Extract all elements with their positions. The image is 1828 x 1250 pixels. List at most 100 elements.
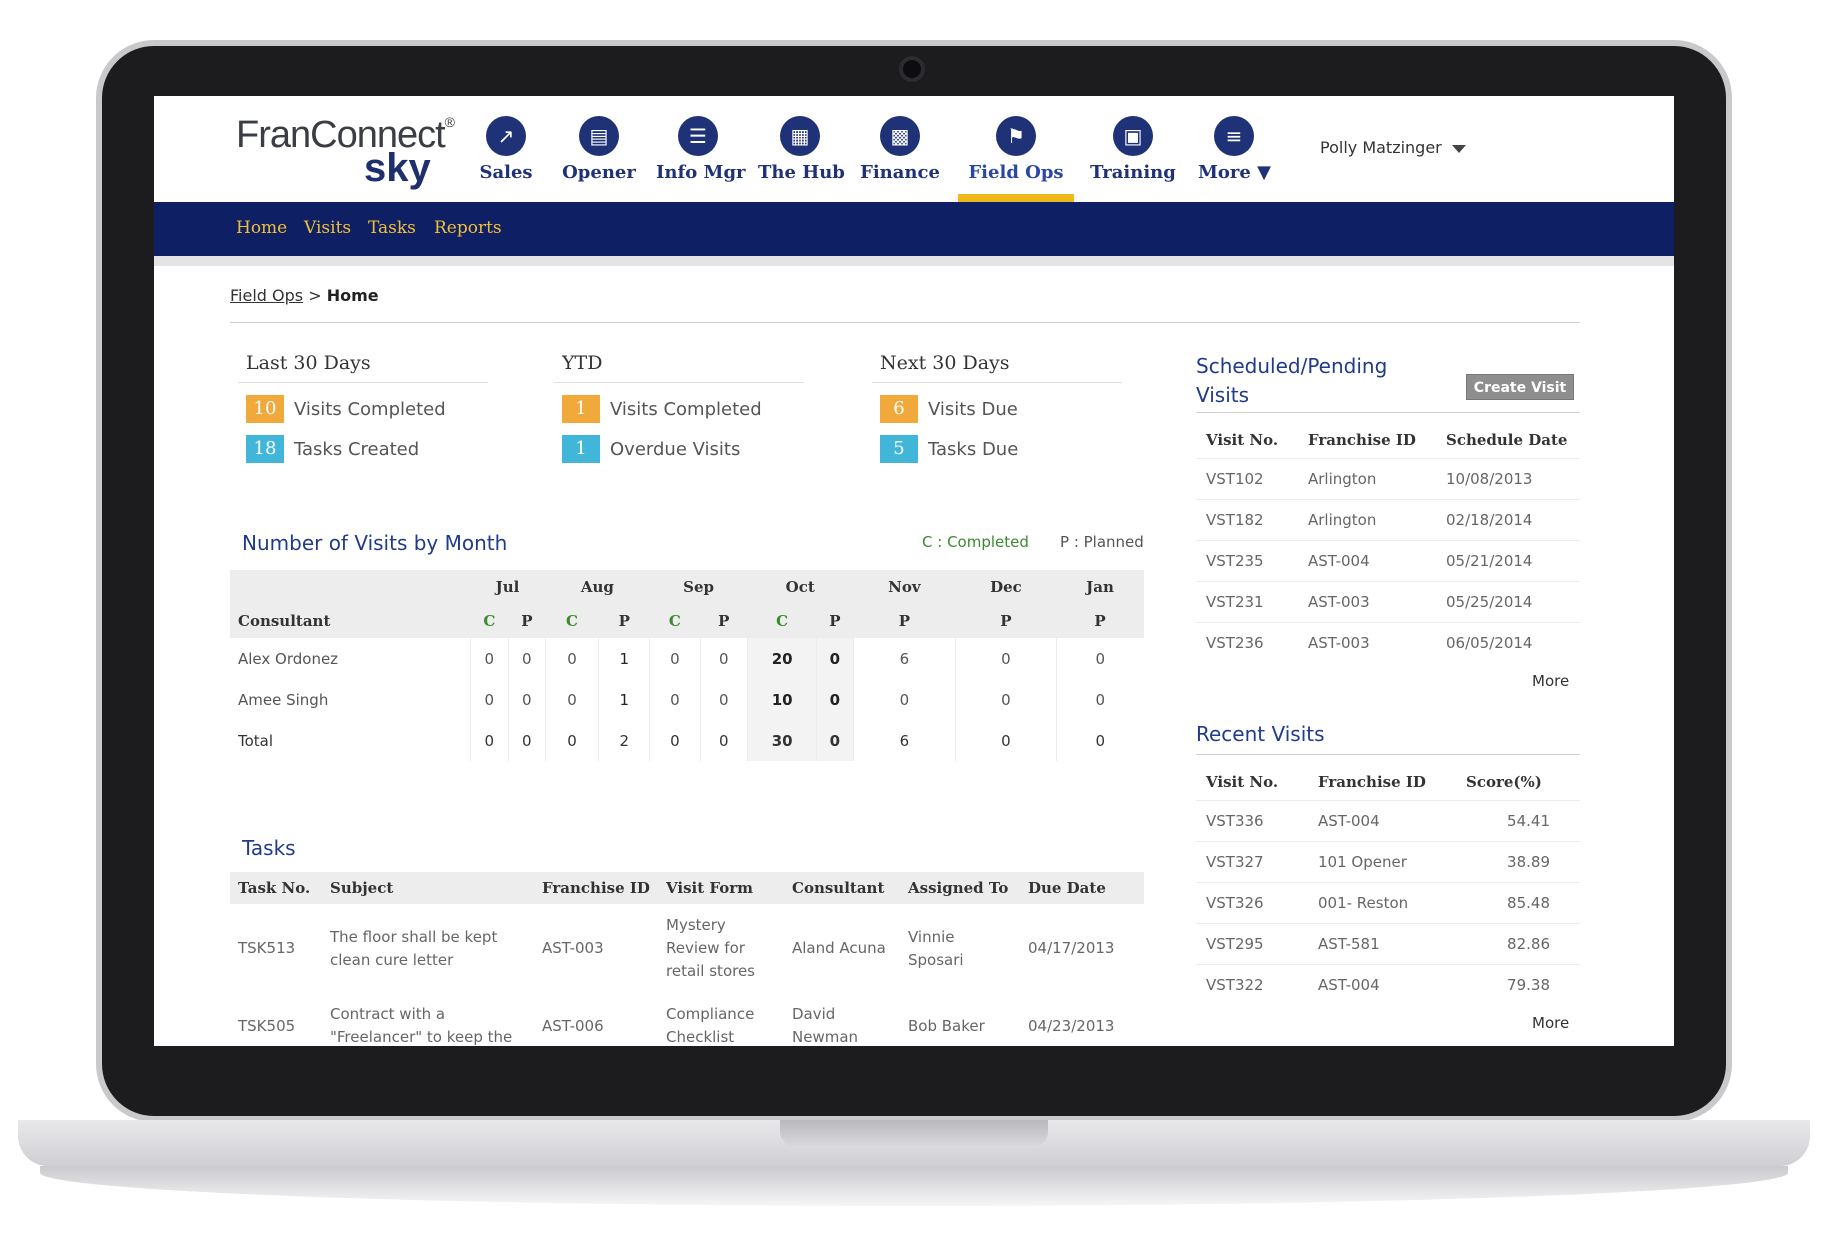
stats-title: Last 30 Days (238, 352, 488, 383)
table-row[interactable]: VST235 AST-004 05/21/2014 (1196, 539, 1580, 581)
table-row[interactable]: Alex Ordonez 0 0 0 1 0 0 20 0 6 0 0 (230, 638, 1144, 679)
table-row[interactable]: VST327 101 Opener 38.89 (1196, 840, 1580, 882)
subnav-visits[interactable]: Visits (304, 218, 351, 238)
consultant-name: Amee Singh (238, 690, 329, 709)
scheduled-divider (1196, 412, 1580, 413)
month-header: Jul (470, 570, 546, 604)
visit-link[interactable]: VST326 (1196, 881, 1308, 923)
recent-visits-table: Visit No. Franchise ID Score(%) VST336 A… (1196, 764, 1580, 1005)
stats-ytd: YTD 1 Visits Completed 1 Overdue Visits (554, 352, 804, 463)
table-row[interactable]: VST295 AST-581 82.86 (1196, 922, 1580, 964)
breadcrumb-field-ops[interactable]: Field Ops (230, 286, 303, 305)
scheduled-visits-title: Scheduled/Pending Visits (1196, 354, 1388, 407)
franchise-link[interactable]: AST-004 (1308, 963, 1456, 1005)
breadcrumb-divider (230, 322, 1580, 323)
breadcrumb-current: Home (326, 286, 379, 305)
visits-by-month-table: Jul Aug Sep Oct Nov Dec Jan Consultant C… (230, 570, 1144, 761)
franchise-link[interactable]: AST-003 (1298, 621, 1436, 663)
user-menu[interactable]: Polly Matzinger (1320, 138, 1466, 157)
franchise-link[interactable]: AST-004 (1298, 539, 1436, 581)
table-row[interactable]: VST326 001- Reston 85.48 (1196, 881, 1580, 923)
month-header-row: Jul Aug Sep Oct Nov Dec Jan (230, 570, 1144, 604)
store-icon: ▤ (579, 116, 619, 156)
laptop-notch (780, 1120, 1048, 1146)
month-header: Jan (1056, 570, 1144, 604)
subnav-reports[interactable]: Reports (434, 218, 502, 238)
finance-chart-icon: ▩ (880, 116, 920, 156)
count-badge: 1 (562, 435, 600, 463)
recent-divider (1196, 754, 1580, 755)
breadcrumb: Field Ops > Home (230, 286, 379, 305)
franchise-link[interactable]: Arlington (1298, 457, 1436, 499)
stat-tasks-created[interactable]: 18 Tasks Created (238, 435, 488, 463)
table-row[interactable]: Amee Singh 0 0 0 1 0 0 10 0 0 0 0 (230, 679, 1144, 720)
franchise-link[interactable]: 101 Opener (1308, 840, 1456, 882)
table-row[interactable]: VST322 AST-004 79.38 (1196, 963, 1580, 1005)
table-row[interactable]: VST231 AST-003 05/25/2014 (1196, 580, 1580, 622)
visit-link[interactable]: VST182 (1196, 498, 1298, 540)
scheduled-more-link[interactable]: More (1532, 672, 1569, 690)
create-visit-button[interactable]: Create Visit (1466, 374, 1574, 400)
visits-by-month-title: Number of Visits by Month (242, 531, 508, 555)
stats-title: Next 30 Days (872, 352, 1122, 383)
table-row[interactable]: VST182 Arlington 02/18/2014 (1196, 498, 1580, 540)
stat-visits-completed[interactable]: 10 Visits Completed (238, 395, 488, 423)
franchise-link[interactable]: Arlington (1298, 498, 1436, 540)
menu-icon: ≡ (1214, 116, 1254, 156)
visit-link[interactable]: VST327 (1196, 840, 1308, 882)
tasks-table: Task No. Subject Franchise ID Visit Form… (230, 872, 1144, 1046)
sub-nav: Home Visits Tasks Reports (154, 202, 1674, 264)
laptop-shadow (40, 1166, 1788, 1206)
nav-the-hub[interactable]: ▦ The Hub (758, 96, 845, 202)
franchise-link[interactable]: AST-006 (534, 993, 658, 1046)
nav-training[interactable]: ▣ Training (1088, 96, 1178, 202)
franchise-link[interactable]: AST-581 (1308, 922, 1456, 964)
stat-ytd-visits-completed[interactable]: 1 Visits Completed (554, 395, 804, 423)
franconnect-logo[interactable]: FranConnect® sky (236, 114, 456, 190)
stat-tasks-due[interactable]: 5 Tasks Due (872, 435, 1122, 463)
visit-link[interactable]: VST236 (1196, 621, 1298, 663)
nav-opener[interactable]: ▤ Opener (560, 96, 638, 202)
count-badge: 6 (880, 395, 918, 423)
table-row[interactable]: VST336 AST-004 54.41 (1196, 799, 1580, 841)
franchise-link[interactable]: 001- Reston (1308, 881, 1456, 923)
nav-more[interactable]: ≡ More ▼ (1198, 96, 1271, 202)
stats-next-30-days: Next 30 Days 6 Visits Due 5 Tasks Due (872, 352, 1122, 463)
field-ops-icon: ⚑ (996, 116, 1036, 156)
stats-title: YTD (554, 352, 804, 383)
visit-link[interactable]: VST295 (1196, 922, 1308, 964)
table-row[interactable]: VST102 Arlington 10/08/2013 (1196, 457, 1580, 499)
visit-link[interactable]: VST336 (1196, 799, 1308, 841)
franchise-link[interactable]: AST-004 (1308, 799, 1456, 841)
nav-field-ops[interactable]: ⚑ Field Ops (958, 96, 1074, 202)
visit-link[interactable]: VST231 (1196, 580, 1298, 622)
visit-link[interactable]: VST102 (1196, 457, 1298, 499)
subnav-tasks[interactable]: Tasks (368, 218, 416, 238)
stats-last-30-days: Last 30 Days 10 Visits Completed 18 Task… (238, 352, 488, 463)
consultant-header: Consultant (230, 604, 470, 638)
more-caret-icon: ▼ (1257, 162, 1271, 183)
franchise-link[interactable]: AST-003 (534, 904, 658, 993)
visit-link[interactable]: VST235 (1196, 539, 1298, 581)
month-header: Nov (853, 570, 956, 604)
table-row[interactable]: TSK513 The floor shall be kept clean cur… (230, 904, 1144, 993)
score-value: 79.38 (1456, 963, 1580, 1005)
score-value: 82.86 (1456, 922, 1580, 964)
info-list-icon: ☰ (678, 116, 718, 156)
nav-finance[interactable]: ▩ Finance (860, 96, 940, 202)
nav-info-mgr[interactable]: ☰ Info Mgr (656, 96, 746, 202)
table-row[interactable]: TSK505 Contract with a "Freelancer" to k… (230, 993, 1144, 1046)
visit-link[interactable]: VST322 (1196, 963, 1308, 1005)
recent-more-link[interactable]: More (1532, 1014, 1569, 1032)
nav-sales[interactable]: ↗ Sales (470, 96, 542, 202)
task-link[interactable]: TSK513 (230, 904, 322, 993)
task-link[interactable]: TSK505 (230, 993, 322, 1046)
franchise-link[interactable]: AST-003 (1298, 580, 1436, 622)
logo-sky: sky (364, 146, 431, 190)
subnav-home[interactable]: Home (236, 218, 287, 238)
stat-overdue-visits[interactable]: 1 Overdue Visits (554, 435, 804, 463)
consultant-name: Alex Ordonez (238, 649, 339, 668)
hub-document-icon: ▦ (780, 116, 820, 156)
table-row[interactable]: VST236 AST-003 06/05/2014 (1196, 621, 1580, 663)
stat-visits-due[interactable]: 6 Visits Due (872, 395, 1122, 423)
